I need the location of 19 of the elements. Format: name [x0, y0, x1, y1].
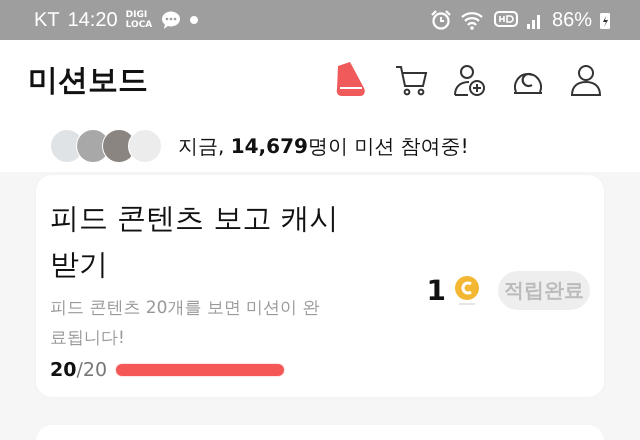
- mission-description: 피드 콘텐츠 20개를 보면 미션이 완료됩니다!: [50, 297, 321, 350]
- reward-amount: 1: [426, 274, 446, 306]
- avatar-photo: [128, 129, 162, 163]
- alarm-icon: [430, 9, 452, 31]
- hd-icon: [494, 10, 518, 30]
- chat-icon: [160, 9, 182, 31]
- page-title: 미션보드: [28, 62, 148, 100]
- add-friend-icon[interactable]: [452, 62, 488, 98]
- app-badge-text: DIGI LOCA: [126, 10, 152, 30]
- cash-coin-icon: [452, 273, 482, 307]
- battery-charging-icon: [600, 10, 610, 30]
- clock-text: 14:20: [68, 8, 118, 32]
- battery-text: 86%: [552, 8, 592, 32]
- progress-count: 20/20: [50, 359, 108, 381]
- carrier-text: KT: [34, 8, 60, 32]
- participants-text: 지금, 14,679명이 미션 참여중!: [178, 132, 469, 160]
- dot-icon: [190, 16, 198, 24]
- mission-title: 피드 콘텐츠 보고 캐시 받기: [50, 200, 340, 283]
- profile-icon[interactable]: [568, 62, 604, 98]
